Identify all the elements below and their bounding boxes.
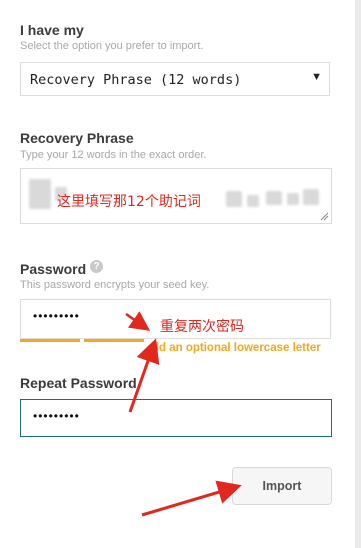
scrollbar[interactable] — [355, 0, 361, 548]
blurred-word — [266, 191, 282, 205]
password-hint: This password encrypts your seed key. — [20, 279, 210, 291]
repeat-password-input[interactable]: ••••••••• — [20, 399, 332, 437]
recovery-phrase-hint: Type your 12 words in the exact order. — [20, 149, 207, 161]
blurred-word — [226, 191, 242, 207]
annotation-arrow-icon — [141, 480, 242, 517]
blurred-word — [247, 195, 259, 207]
dropdown-arrow-icon: ▼ — [311, 71, 322, 83]
recovery-phrase-label: Recovery Phrase — [20, 130, 134, 146]
blurred-word — [29, 179, 51, 209]
import-type-selected-value: Recovery Phrase (12 words) — [30, 72, 242, 88]
import-type-select[interactable]: Recovery Phrase (12 words) ▼ — [20, 62, 330, 96]
i-have-my-label: I have my — [20, 22, 84, 38]
password-label: Password — [20, 261, 87, 277]
help-icon[interactable]: ? — [90, 260, 103, 273]
import-button[interactable]: Import — [232, 467, 332, 505]
blurred-word — [287, 193, 299, 205]
i-have-my-hint: Select the option you prefer to import. — [20, 40, 204, 52]
password-strength-segment — [20, 339, 80, 342]
recovery-phrase-annotation: 这里填写那12个助记词 — [57, 194, 201, 210]
blurred-word — [303, 189, 319, 205]
password-strength-hint: dd an optional lowercase letter — [152, 342, 321, 354]
resize-handle-icon[interactable] — [320, 212, 329, 221]
repeat-password-label: Repeat Password — [20, 375, 137, 391]
password-annotation: 重复两次密码 — [160, 319, 244, 335]
recovery-phrase-input[interactable]: 这里填写那12个助记词 — [20, 168, 332, 224]
password-strength-segment — [84, 339, 144, 342]
password-masked-value: ••••••••• — [33, 309, 80, 323]
repeat-password-masked-value: ••••••••• — [33, 409, 80, 423]
